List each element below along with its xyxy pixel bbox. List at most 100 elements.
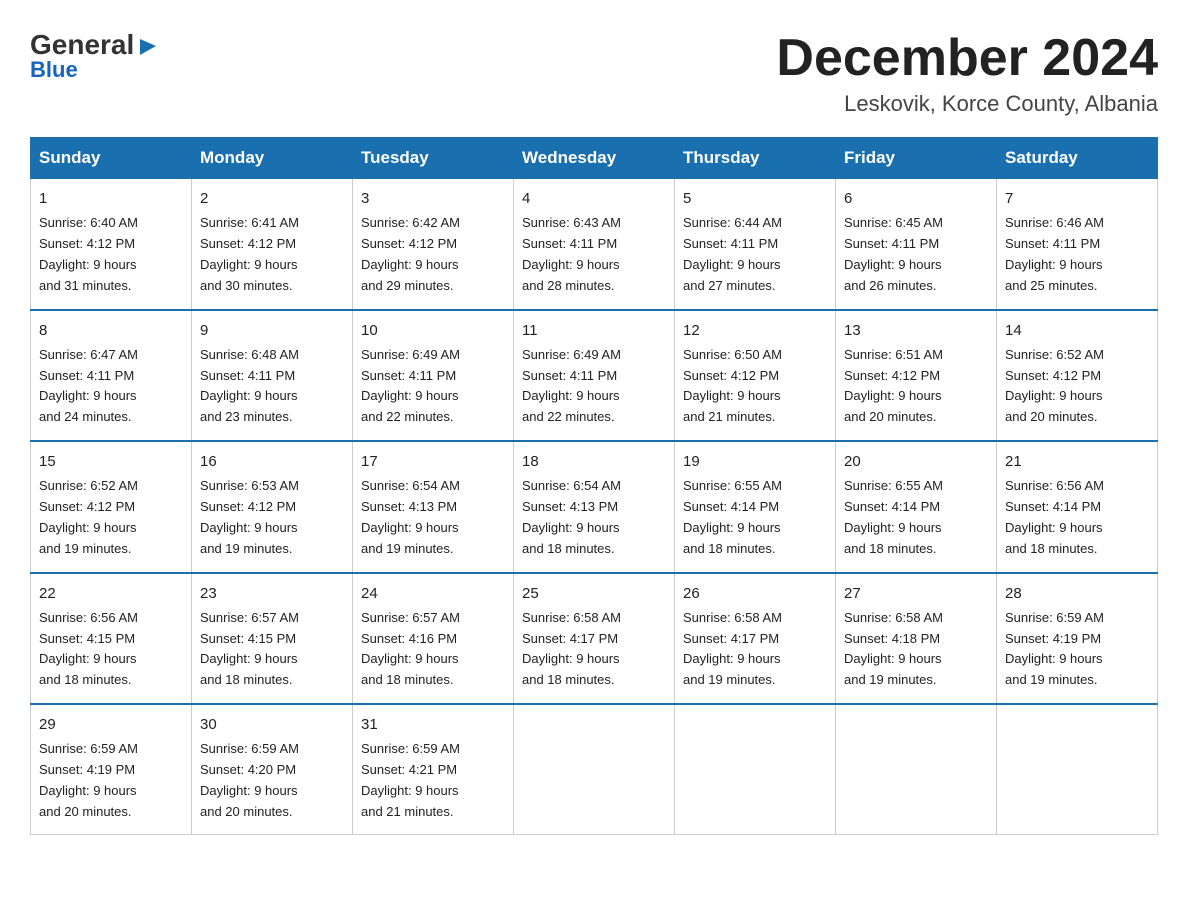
day-number: 7 bbox=[1005, 187, 1149, 210]
calendar-cell: 25 Sunrise: 6:58 AM Sunset: 4:17 PM Dayli… bbox=[514, 573, 675, 704]
day-info: Sunrise: 6:49 AM Sunset: 4:11 PM Dayligh… bbox=[361, 345, 505, 428]
day-info: Sunrise: 6:57 AM Sunset: 4:15 PM Dayligh… bbox=[200, 608, 344, 691]
header-saturday: Saturday bbox=[997, 138, 1158, 179]
calendar-cell: 7 Sunrise: 6:46 AM Sunset: 4:11 PM Daylig… bbox=[997, 179, 1158, 310]
header-thursday: Thursday bbox=[675, 138, 836, 179]
day-info: Sunrise: 6:55 AM Sunset: 4:14 PM Dayligh… bbox=[844, 476, 988, 559]
day-info: Sunrise: 6:42 AM Sunset: 4:12 PM Dayligh… bbox=[361, 213, 505, 296]
day-info: Sunrise: 6:43 AM Sunset: 4:11 PM Dayligh… bbox=[522, 213, 666, 296]
calendar-cell: 4 Sunrise: 6:43 AM Sunset: 4:11 PM Daylig… bbox=[514, 179, 675, 310]
calendar-cell: 1Sunrise: 6:40 AM Sunset: 4:12 PM Daylig… bbox=[31, 179, 192, 310]
day-number: 31 bbox=[361, 713, 505, 736]
calendar-cell: 19 Sunrise: 6:55 AM Sunset: 4:14 PM Dayli… bbox=[675, 441, 836, 572]
day-number: 19 bbox=[683, 450, 827, 473]
title-area: December 2024 Leskovik, Korce County, Al… bbox=[776, 30, 1158, 117]
logo: General Blue bbox=[30, 30, 158, 83]
day-number: 15 bbox=[39, 450, 183, 473]
header-sunday: Sunday bbox=[31, 138, 192, 179]
day-info: Sunrise: 6:48 AM Sunset: 4:11 PM Dayligh… bbox=[200, 345, 344, 428]
calendar-cell: 22 Sunrise: 6:56 AM Sunset: 4:15 PM Dayli… bbox=[31, 573, 192, 704]
day-info: Sunrise: 6:52 AM Sunset: 4:12 PM Dayligh… bbox=[39, 476, 183, 559]
day-info: Sunrise: 6:46 AM Sunset: 4:11 PM Dayligh… bbox=[1005, 213, 1149, 296]
day-number: 10 bbox=[361, 319, 505, 342]
calendar-cell: 15 Sunrise: 6:52 AM Sunset: 4:12 PM Dayli… bbox=[31, 441, 192, 572]
calendar-cell: 8Sunrise: 6:47 AM Sunset: 4:11 PM Daylig… bbox=[31, 310, 192, 441]
day-number: 1 bbox=[39, 187, 183, 210]
day-number: 23 bbox=[200, 582, 344, 605]
calendar-cell: 21Sunrise: 6:56 AM Sunset: 4:14 PM Dayli… bbox=[997, 441, 1158, 572]
day-info: Sunrise: 6:55 AM Sunset: 4:14 PM Dayligh… bbox=[683, 476, 827, 559]
day-number: 30 bbox=[200, 713, 344, 736]
day-info: Sunrise: 6:56 AM Sunset: 4:14 PM Dayligh… bbox=[1005, 476, 1149, 559]
day-info: Sunrise: 6:59 AM Sunset: 4:21 PM Dayligh… bbox=[361, 739, 505, 822]
calendar-cell: 10 Sunrise: 6:49 AM Sunset: 4:11 PM Dayli… bbox=[353, 310, 514, 441]
calendar-cell: 6 Sunrise: 6:45 AM Sunset: 4:11 PM Daylig… bbox=[836, 179, 997, 310]
day-number: 9 bbox=[200, 319, 344, 342]
logo-blue: Blue bbox=[30, 57, 78, 83]
header-wednesday: Wednesday bbox=[514, 138, 675, 179]
day-info: Sunrise: 6:49 AM Sunset: 4:11 PM Dayligh… bbox=[522, 345, 666, 428]
day-info: Sunrise: 6:47 AM Sunset: 4:11 PM Dayligh… bbox=[39, 345, 183, 428]
day-info: Sunrise: 6:58 AM Sunset: 4:17 PM Dayligh… bbox=[522, 608, 666, 691]
day-info: Sunrise: 6:44 AM Sunset: 4:11 PM Dayligh… bbox=[683, 213, 827, 296]
page-header: General Blue December 2024 Leskovik, Kor… bbox=[30, 30, 1158, 117]
calendar-cell: 18 Sunrise: 6:54 AM Sunset: 4:13 PM Dayli… bbox=[514, 441, 675, 572]
calendar-cell: 29 Sunrise: 6:59 AM Sunset: 4:19 PM Dayli… bbox=[31, 704, 192, 835]
calendar-header-row: SundayMondayTuesdayWednesdayThursdayFrid… bbox=[31, 138, 1158, 179]
calendar-cell: 31 Sunrise: 6:59 AM Sunset: 4:21 PM Dayli… bbox=[353, 704, 514, 835]
day-number: 14 bbox=[1005, 319, 1149, 342]
day-info: Sunrise: 6:59 AM Sunset: 4:19 PM Dayligh… bbox=[1005, 608, 1149, 691]
calendar-cell: 11 Sunrise: 6:49 AM Sunset: 4:11 PM Dayli… bbox=[514, 310, 675, 441]
header-tuesday: Tuesday bbox=[353, 138, 514, 179]
calendar-cell: 3Sunrise: 6:42 AM Sunset: 4:12 PM Daylig… bbox=[353, 179, 514, 310]
calendar-cell: 14 Sunrise: 6:52 AM Sunset: 4:12 PM Dayli… bbox=[997, 310, 1158, 441]
calendar-cell: 24Sunrise: 6:57 AM Sunset: 4:16 PM Dayli… bbox=[353, 573, 514, 704]
day-number: 6 bbox=[844, 187, 988, 210]
day-number: 18 bbox=[522, 450, 666, 473]
calendar-cell bbox=[836, 704, 997, 835]
calendar-cell: 28Sunrise: 6:59 AM Sunset: 4:19 PM Dayli… bbox=[997, 573, 1158, 704]
day-info: Sunrise: 6:54 AM Sunset: 4:13 PM Dayligh… bbox=[522, 476, 666, 559]
day-number: 25 bbox=[522, 582, 666, 605]
header-monday: Monday bbox=[192, 138, 353, 179]
calendar-week-row: 8Sunrise: 6:47 AM Sunset: 4:11 PM Daylig… bbox=[31, 310, 1158, 441]
day-number: 5 bbox=[683, 187, 827, 210]
day-info: Sunrise: 6:50 AM Sunset: 4:12 PM Dayligh… bbox=[683, 345, 827, 428]
calendar-cell: 5 Sunrise: 6:44 AM Sunset: 4:11 PM Daylig… bbox=[675, 179, 836, 310]
calendar-cell: 13Sunrise: 6:51 AM Sunset: 4:12 PM Dayli… bbox=[836, 310, 997, 441]
day-info: Sunrise: 6:41 AM Sunset: 4:12 PM Dayligh… bbox=[200, 213, 344, 296]
day-info: Sunrise: 6:54 AM Sunset: 4:13 PM Dayligh… bbox=[361, 476, 505, 559]
calendar-cell bbox=[997, 704, 1158, 835]
day-number: 29 bbox=[39, 713, 183, 736]
calendar-week-row: 29 Sunrise: 6:59 AM Sunset: 4:19 PM Dayli… bbox=[31, 704, 1158, 835]
day-info: Sunrise: 6:58 AM Sunset: 4:18 PM Dayligh… bbox=[844, 608, 988, 691]
day-info: Sunrise: 6:45 AM Sunset: 4:11 PM Dayligh… bbox=[844, 213, 988, 296]
calendar-week-row: 15 Sunrise: 6:52 AM Sunset: 4:12 PM Dayli… bbox=[31, 441, 1158, 572]
calendar-cell: 2 Sunrise: 6:41 AM Sunset: 4:12 PM Daylig… bbox=[192, 179, 353, 310]
calendar-cell: 23 Sunrise: 6:57 AM Sunset: 4:15 PM Dayli… bbox=[192, 573, 353, 704]
day-number: 17 bbox=[361, 450, 505, 473]
day-info: Sunrise: 6:56 AM Sunset: 4:15 PM Dayligh… bbox=[39, 608, 183, 691]
calendar-cell: 16 Sunrise: 6:53 AM Sunset: 4:12 PM Dayli… bbox=[192, 441, 353, 572]
day-number: 2 bbox=[200, 187, 344, 210]
day-number: 11 bbox=[522, 319, 666, 342]
day-info: Sunrise: 6:59 AM Sunset: 4:20 PM Dayligh… bbox=[200, 739, 344, 822]
day-number: 22 bbox=[39, 582, 183, 605]
day-info: Sunrise: 6:53 AM Sunset: 4:12 PM Dayligh… bbox=[200, 476, 344, 559]
calendar-cell: 27Sunrise: 6:58 AM Sunset: 4:18 PM Dayli… bbox=[836, 573, 997, 704]
day-number: 16 bbox=[200, 450, 344, 473]
calendar-cell: 9 Sunrise: 6:48 AM Sunset: 4:11 PM Daylig… bbox=[192, 310, 353, 441]
day-number: 26 bbox=[683, 582, 827, 605]
day-info: Sunrise: 6:52 AM Sunset: 4:12 PM Dayligh… bbox=[1005, 345, 1149, 428]
day-number: 12 bbox=[683, 319, 827, 342]
day-number: 4 bbox=[522, 187, 666, 210]
day-info: Sunrise: 6:59 AM Sunset: 4:19 PM Dayligh… bbox=[39, 739, 183, 822]
day-number: 13 bbox=[844, 319, 988, 342]
day-number: 20 bbox=[844, 450, 988, 473]
day-info: Sunrise: 6:58 AM Sunset: 4:17 PM Dayligh… bbox=[683, 608, 827, 691]
calendar-cell bbox=[675, 704, 836, 835]
day-info: Sunrise: 6:57 AM Sunset: 4:16 PM Dayligh… bbox=[361, 608, 505, 691]
calendar-cell bbox=[514, 704, 675, 835]
calendar-table: SundayMondayTuesdayWednesdayThursdayFrid… bbox=[30, 137, 1158, 835]
logo-triangle-icon bbox=[136, 35, 158, 57]
